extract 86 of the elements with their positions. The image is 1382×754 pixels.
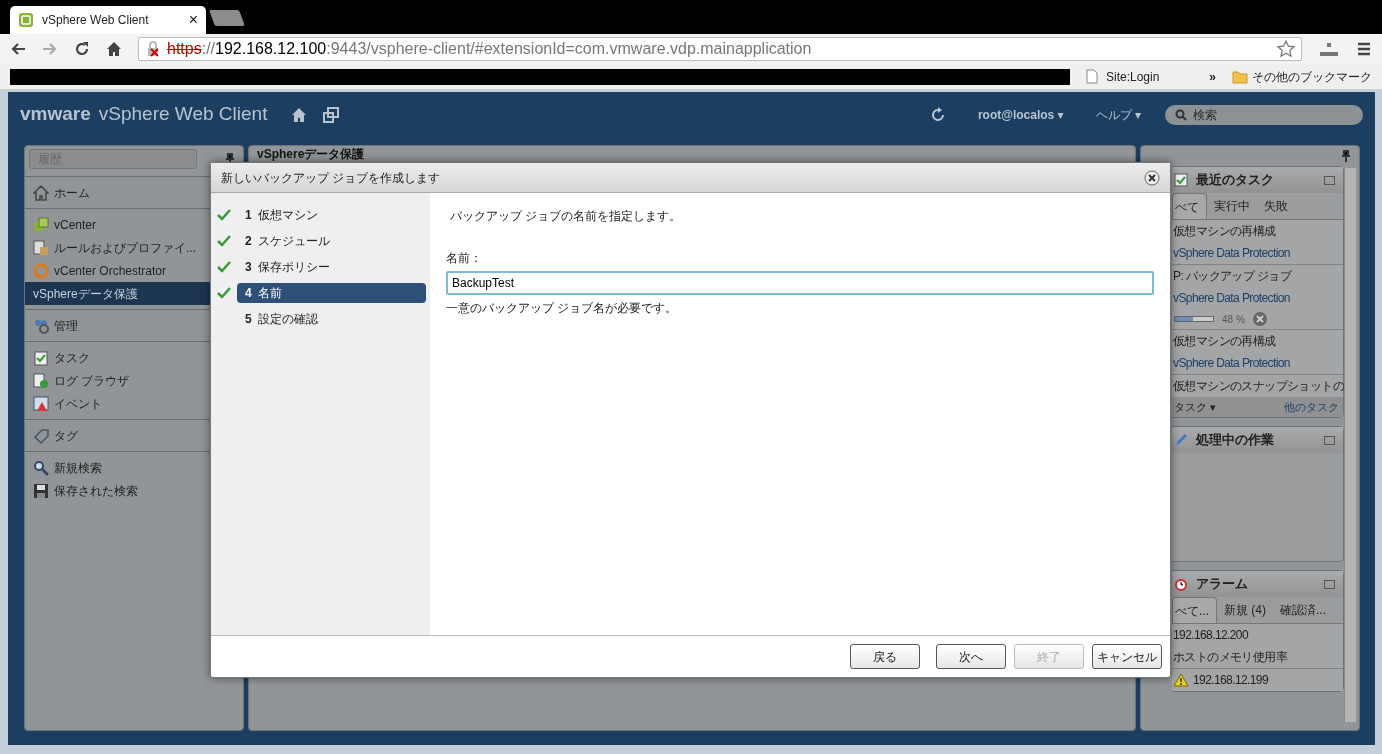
hint-text: 一意のバックアップ ジョブ名が必要です。 [446,300,679,317]
cancel-icon[interactable] [1252,312,1267,326]
tab-title: vSphere Web Client [42,12,150,29]
bookmark-folder[interactable]: その他のブックマーク [1232,67,1372,86]
address-bar[interactable]: https://192.168.12.100:9443/vsphere-client/#extensionId=com.vmware.vdp.mainapplication [138,37,1302,61]
panel-title: vSphereデータ保護 [256,147,366,161]
scrollbar[interactable] [1344,168,1356,722]
dialog-title: 新しいバックアップ ジョブを作成します [221,169,441,187]
close-icon[interactable] [1144,169,1160,186]
nav-item[interactable]: タグ [25,424,243,447]
tab[interactable]: 確認済... [1273,597,1334,623]
tag-icon [33,427,49,444]
task-name: 仮想マシンのスナップショットの [1172,378,1343,395]
document-icon [33,239,49,256]
search-icon [33,459,49,476]
tab[interactable]: 失敗 [1257,193,1295,219]
stacked-squares-icon [33,216,49,233]
document-icon [33,372,49,389]
nav-item[interactable]: 保存された検索 [25,479,243,502]
browser-tab[interactable]: vSphere Web Client × [10,6,206,34]
instruction-text: バックアップ ジョブの名前を指定します。 [450,208,683,225]
back-arrow-icon[interactable] [10,41,26,57]
task-target-link[interactable]: vSphere Data Protection [1172,287,1343,309]
reload-icon[interactable] [74,41,90,57]
vsphere-logo-icon [18,12,34,28]
warning-icon [1173,673,1189,687]
tab[interactable]: 新規 (4) [1217,597,1273,623]
field-label: 名前： [446,250,483,267]
maximize-button[interactable] [1324,435,1335,445]
pin-icon[interactable] [1341,150,1351,162]
checklist-icon [1174,173,1188,187]
widget-title: 最近のタスク [1196,171,1274,190]
alarm-clock-icon [1174,577,1188,591]
home-icon [33,184,49,201]
progress-reading: 48 % [1222,312,1245,327]
wizard-step[interactable]: 4 名前 [237,283,426,303]
dialog-button[interactable]: 次へ [936,644,1006,669]
menu-icon[interactable] [1356,41,1372,57]
more-tasks-link[interactable]: 他のタスク [1284,398,1339,416]
tab[interactable]: べて [1172,193,1207,219]
task-filter-dropdown[interactable]: タスク ▾ [1174,398,1216,416]
bookmark-link[interactable]: Site:Login [1086,67,1160,86]
extension-icon[interactable] [1318,41,1340,57]
widget-title: アラーム [1196,575,1248,594]
home-icon[interactable] [106,41,122,57]
dialog-button[interactable]: キャンセル [1092,644,1162,669]
alarm-detail: ホストのメモリ使用率 [1172,649,1289,666]
nav-item[interactable]: イベント [25,392,243,415]
widget-title: 処理中の作業 [1196,431,1274,450]
close-button[interactable]: × [188,8,198,32]
pin-icon[interactable] [225,153,235,165]
user-menu[interactable]: root@localos ▾ [977,105,1064,124]
dialog-button[interactable]: 戻る [850,644,920,669]
task-name: P: バックアップ ジョブ [1172,268,1293,285]
new-tab-button[interactable] [209,10,245,26]
maximize-button[interactable] [1324,579,1335,589]
folder-icon [1232,69,1248,84]
vmware-logo: vmware [20,102,91,127]
people-gear-icon [33,317,49,334]
page-icon [1086,69,1098,84]
task-name: 仮想マシンの再構成 [1172,333,1277,350]
checklist-icon [33,349,49,366]
help-menu[interactable]: ヘルプ ▾ [1095,105,1141,124]
search-field[interactable]: 検索 [1165,104,1363,125]
product-title: vSphere Web Client [98,102,268,127]
nav-item[interactable]: ログ ブラウザ [25,369,243,392]
tab[interactable]: べて... [1172,597,1217,623]
windows-icon[interactable] [323,106,340,123]
nav-item[interactable]: 新規検索 [25,456,243,479]
home-icon[interactable] [291,106,308,123]
ring-icon [33,262,49,279]
tab[interactable]: 実行中 [1207,193,1257,219]
alarm-host: 192.168.12.199 [1193,672,1268,689]
refresh-icon[interactable] [929,106,946,123]
task-name: 仮想マシンの再構成 [1172,223,1277,240]
star-icon[interactable] [1277,40,1295,58]
task-target-link[interactable]: vSphere Data Protection [1172,352,1343,374]
overflow-chevron[interactable]: » [1209,67,1216,86]
maximize-button[interactable] [1324,175,1335,185]
task-target-link[interactable]: vSphere Data Protection [1172,242,1343,264]
alarm-host: 192.168.12.200 [1173,627,1248,644]
calendar-warning-icon [33,395,49,412]
pencil-icon [1174,433,1188,447]
name-field[interactable]: BackupTest [446,271,1154,295]
search-icon [1175,108,1187,121]
nav-item[interactable]: タスク [25,346,243,369]
